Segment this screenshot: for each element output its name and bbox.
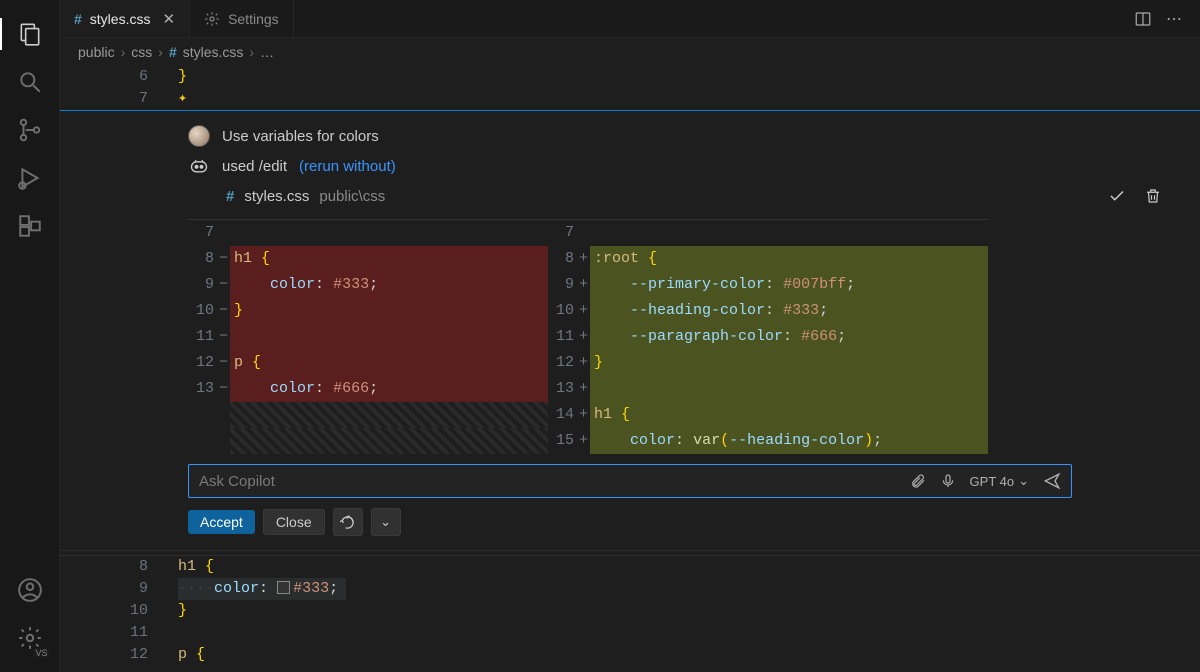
copilot-panel: Use variables for colors used /edit (rer…	[60, 110, 1200, 551]
diff-modified: 78+9+10+11+12+13+14+15+ :root { --primar…	[548, 220, 988, 454]
extensions-icon[interactable]	[6, 202, 54, 250]
diff-line: }	[230, 298, 548, 324]
ask-copilot-row: GPT 4o ⌄	[188, 464, 1072, 498]
diff-line: p {	[230, 350, 548, 376]
diff-line	[230, 402, 548, 428]
attach-icon[interactable]	[910, 473, 926, 489]
tab-label: Settings	[228, 11, 279, 27]
check-icon[interactable]	[1108, 187, 1126, 205]
code-line: }	[178, 68, 187, 85]
chat-status: used /edit	[222, 158, 287, 175]
code-line	[178, 622, 346, 644]
diff-line	[230, 324, 548, 350]
activity-bar: VS	[0, 0, 60, 672]
close-icon[interactable]: ✕	[162, 10, 175, 28]
diff-line	[590, 376, 988, 402]
line-gutter: 6 7	[60, 66, 178, 110]
diff-line: h1 {	[230, 246, 548, 272]
model-selector[interactable]: GPT 4o ⌄	[970, 473, 1029, 489]
accounts-icon[interactable]	[6, 566, 54, 614]
explorer-icon[interactable]	[6, 10, 54, 58]
chat-message: Use variables for colors	[222, 128, 379, 145]
diff-line: :root {	[590, 246, 988, 272]
diff-line	[590, 220, 988, 246]
chat-user-line: Use variables for colors	[60, 121, 1200, 151]
diff-line: --heading-color: #333;	[590, 298, 988, 324]
breadcrumb-seg[interactable]: public	[78, 44, 115, 60]
chevron-down-icon: ⌄	[1018, 473, 1029, 489]
manage-icon[interactable]: VS	[6, 614, 54, 662]
user-avatar-icon	[188, 125, 210, 147]
code-line: p {	[178, 644, 346, 666]
diff-line: --paragraph-color: #666;	[590, 324, 988, 350]
tab-styles-css[interactable]: # styles.css ✕	[60, 0, 190, 37]
sparkle-icon[interactable]: ✦	[178, 90, 187, 107]
code-line: ····color: #333;	[178, 578, 346, 600]
tab-actions: ⋯	[1134, 0, 1200, 37]
gear-icon	[204, 11, 220, 27]
diff-original: 78−9−10−11−12−13− h1 { color: #333;}p { …	[188, 220, 548, 454]
diff-line: --primary-color: #007bff;	[590, 272, 988, 298]
diff-line: h1 {	[590, 402, 988, 428]
rerun-link[interactable]: (rerun without)	[299, 158, 396, 175]
chevron-right-icon: ›	[121, 44, 126, 60]
tabs-row: # styles.css ✕ Settings ⋯	[60, 0, 1200, 38]
diff-line: color: #333;	[230, 272, 548, 298]
accept-button[interactable]: Accept	[188, 510, 255, 534]
more-icon[interactable]: ⋯	[1166, 9, 1182, 29]
code-line: h1 {	[178, 556, 346, 578]
css-file-icon: #	[74, 11, 82, 27]
code-area[interactable]: } ✦	[178, 66, 187, 110]
diff-line	[230, 220, 548, 246]
diff-line	[230, 428, 548, 454]
breadcrumb-seg[interactable]: css	[131, 44, 152, 60]
editor-top[interactable]: 6 7 } ✦	[60, 66, 1200, 110]
chevron-right-icon: ›	[249, 44, 254, 60]
line-gutter: 89101112	[60, 556, 178, 666]
file-reference: # styles.css public\css	[60, 181, 1200, 211]
chevron-right-icon: ›	[158, 44, 163, 60]
tab-label: styles.css	[90, 11, 151, 27]
mic-icon[interactable]	[940, 473, 956, 489]
file-dir: public\css	[319, 188, 385, 205]
rerun-icon[interactable]	[333, 508, 363, 536]
close-button[interactable]: Close	[263, 509, 325, 535]
tab-settings[interactable]: Settings	[190, 0, 294, 37]
source-control-icon[interactable]	[6, 106, 54, 154]
diff-line: }	[590, 350, 988, 376]
chat-bot-line: used /edit (rerun without)	[60, 151, 1200, 181]
breadcrumb-seg[interactable]: styles.css	[183, 44, 244, 60]
file-name[interactable]: styles.css	[244, 188, 309, 205]
run-debug-icon[interactable]	[6, 154, 54, 202]
diff-line: color: #666;	[230, 376, 548, 402]
css-file-icon: #	[169, 44, 177, 60]
split-editor-icon[interactable]	[1134, 10, 1152, 28]
code-line: }	[178, 600, 346, 622]
search-icon[interactable]	[6, 58, 54, 106]
editor-main: # styles.css ✕ Settings ⋯ public › css ›…	[60, 0, 1200, 672]
code-area[interactable]: h1 {····color: #333;} p {	[178, 556, 346, 666]
action-buttons: Accept Close ⌄	[188, 508, 1200, 536]
breadcrumb[interactable]: public › css › # styles.css › …	[60, 38, 1200, 66]
diff-view: 78−9−10−11−12−13− h1 { color: #333;}p { …	[188, 219, 988, 454]
copilot-icon	[188, 155, 210, 177]
trash-icon[interactable]	[1144, 187, 1162, 205]
chevron-down-icon[interactable]: ⌄	[371, 508, 401, 536]
ask-input[interactable]	[199, 473, 896, 490]
send-icon[interactable]	[1043, 472, 1061, 490]
breadcrumb-seg[interactable]: …	[260, 44, 274, 60]
css-file-icon: #	[226, 188, 234, 205]
editor-bottom[interactable]: 89101112 h1 {····color: #333;} p {	[60, 555, 1200, 666]
diff-line: color: var(--heading-color);	[590, 428, 988, 454]
